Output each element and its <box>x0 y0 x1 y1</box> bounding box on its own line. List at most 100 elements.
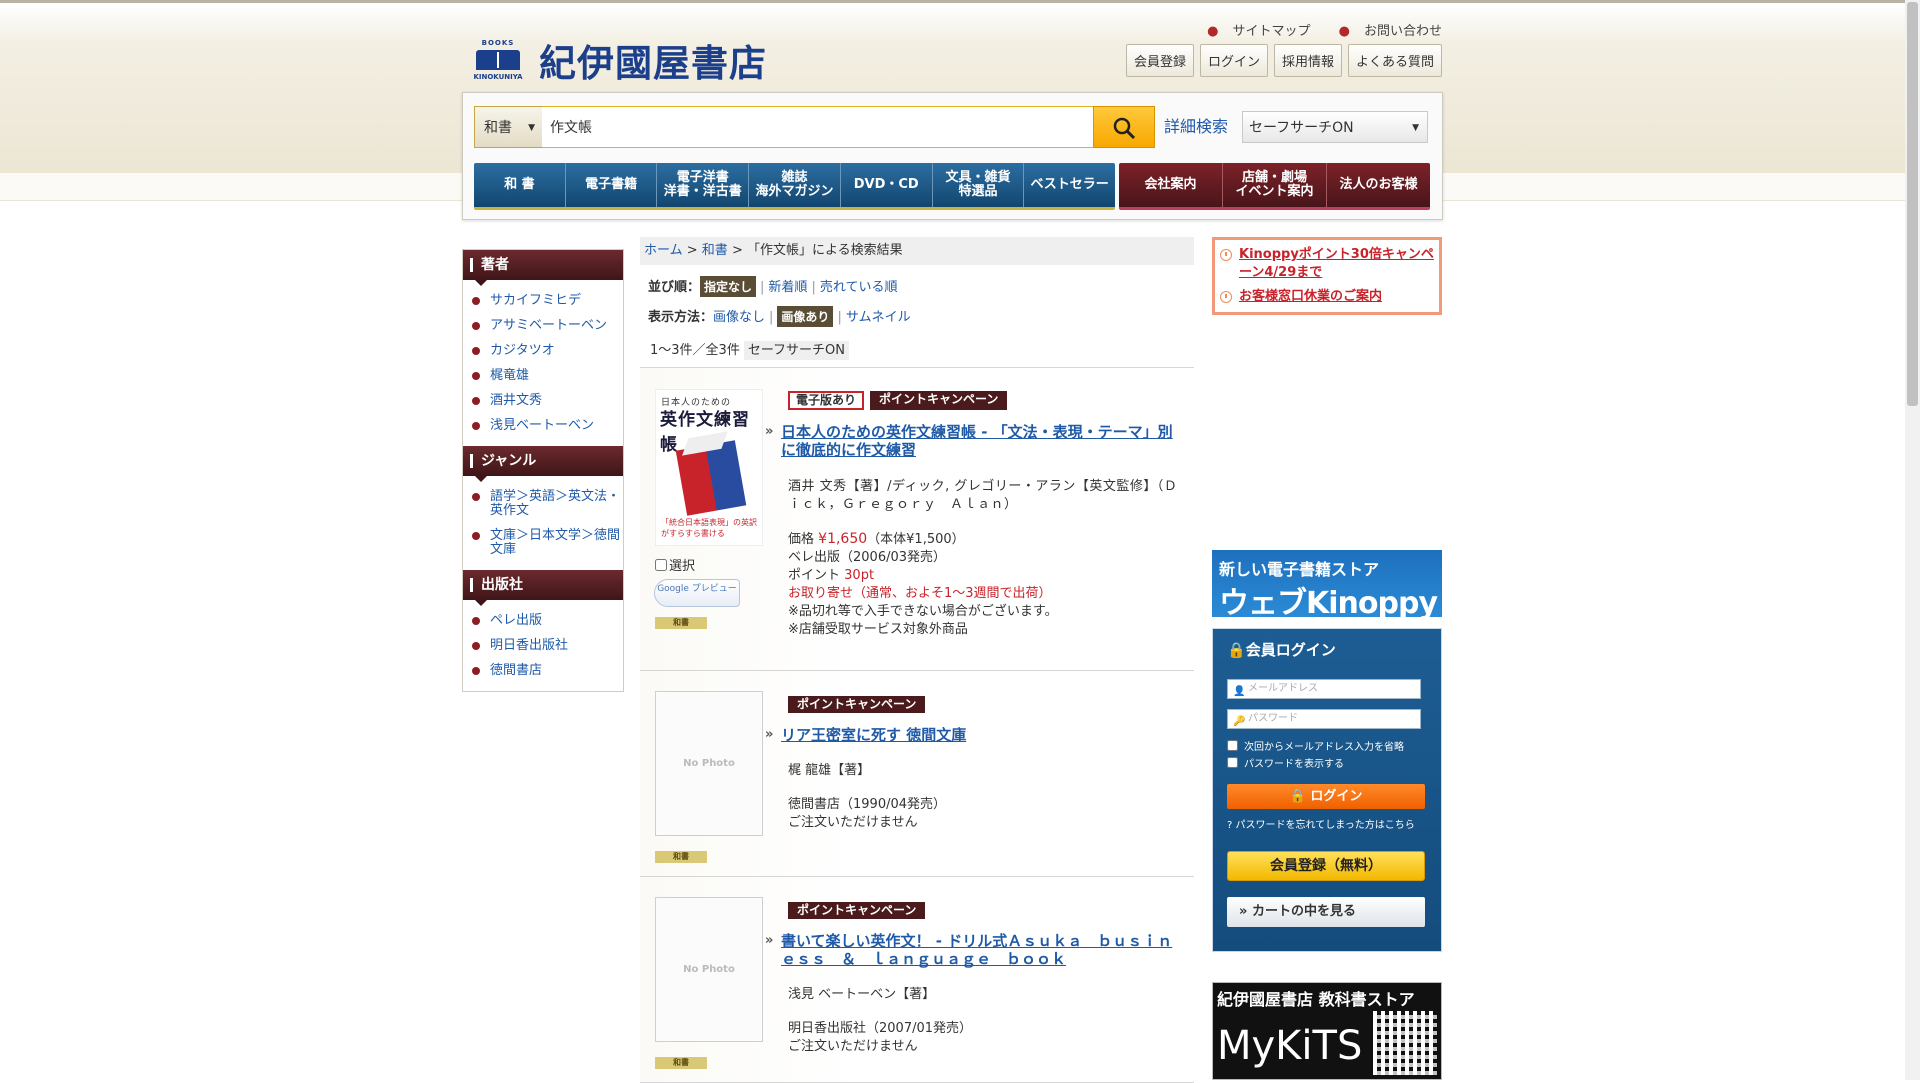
item-note: ※店舗受取サービス対象外商品 <box>788 622 968 637</box>
dropdown-arrow-icon: ▼ <box>1412 123 1419 133</box>
item-info: ポイントキャンペーン » リア王密室に死す 徳間文庫 梶 龍雄【著】 徳間書店（1… <box>765 696 1185 832</box>
nav-foreign-books[interactable]: 電子洋書 洋書・洋古書 <box>657 163 750 207</box>
scrollbar[interactable] <box>1905 0 1920 1080</box>
safe-search-select[interactable]: セーフサーチON ▼ <box>1242 111 1428 143</box>
advanced-search-link[interactable]: 詳細検索 <box>1164 113 1228 137</box>
item-label: 語学＞英語＞英文法・英作文 <box>490 489 621 518</box>
sidebar-item-publisher[interactable]: ペレ出版 <box>463 610 623 635</box>
price-note: （本体¥1,500） <box>867 532 965 547</box>
nav-ebooks[interactable]: 電子書籍 <box>566 163 658 207</box>
cover-tagline: 「統合日本語表現」の英訳がすらすら書ける <box>661 518 757 538</box>
select-checkbox-row[interactable]: 選択 <box>655 555 695 574</box>
login-submit-button[interactable]: 🔒 ログイン <box>1227 784 1425 809</box>
register-button[interactable]: 会員登録 <box>1125 44 1194 77</box>
sidebar-item-publisher[interactable]: 明日香出版社 <box>463 635 623 660</box>
sidebar-item-genre[interactable]: 文庫＞日本文学＞徳間文庫 <box>463 525 623 564</box>
register-free-button[interactable]: 会員登録（無料） <box>1227 851 1425 881</box>
kinoppy-banner[interactable]: 新しい電子書籍ストア ウェブKinoppy <box>1212 550 1442 621</box>
right-sidebar: Kinoppyポイント30倍キャンペーン4/29まで お客様窓口休業のご案内 新… <box>1212 237 1442 1080</box>
bullet-icon <box>472 617 480 625</box>
notice-item[interactable]: Kinoppyポイント30倍キャンペーン4/29まで <box>1220 246 1434 282</box>
sidebar-item-author[interactable]: サカイフミヒデ <box>463 290 623 315</box>
show-password-box[interactable] <box>1227 757 1238 768</box>
remember-email-checkbox[interactable]: 次回からメールアドレス入力を省略 <box>1227 738 1404 753</box>
breadcrumb-home[interactable]: ホーム <box>644 243 683 258</box>
item-title-link[interactable]: リア王密室に死す 徳間文庫 <box>781 726 966 744</box>
sidebar-item-genre[interactable]: 語学＞英語＞英文法・英作文 <box>463 486 623 525</box>
sidebar-item-author[interactable]: 酒井文秀 <box>463 390 623 415</box>
double-chevron-icon: » <box>765 424 774 439</box>
item-authors: 酒井 文秀【著】/ディック, グレゴリー・アラン【英文監修】（Ｄｉｃｋ，Ｇｒｅｇ… <box>788 479 1178 512</box>
sort-popular-link[interactable]: 売れている順 <box>820 280 898 295</box>
item-title-link[interactable]: 書いて楽しい英作文！ - ドリル式Ａｓｕｋａ ｂｕｓｉｎｅｓｓ ＆ ｌａｎｇｕａ… <box>781 932 1185 968</box>
site-logo[interactable]: BOOKS KINOKUNIYA 紀伊國屋書店 <box>469 33 767 87</box>
question-icon: ? <box>1227 820 1236 831</box>
item-info: 電子版あり ポイントキャンペーン » 日本人のための英作文練習帳 - 「文法・表現… <box>765 391 1185 639</box>
user-icon: 👤 <box>1233 686 1246 697</box>
remember-checkbox[interactable] <box>1227 740 1238 751</box>
nav-magazines[interactable]: 雑誌 海外マガジン <box>749 163 841 207</box>
sort-newest-link[interactable]: 新着順 <box>768 280 807 295</box>
contact-link[interactable]: ● お問い合わせ <box>1327 24 1442 39</box>
search-input[interactable]: 作文帳 <box>542 106 1094 148</box>
view-active: 画像あり <box>777 306 834 327</box>
sidebar-item-author[interactable]: カジタツオ <box>463 340 623 365</box>
view-cart-button[interactable]: » カートの中を見る <box>1227 897 1425 927</box>
points-value: 30pt <box>844 568 875 583</box>
mykits-banner[interactable]: 紀伊國屋書店 教科書ストア MyKiTS <box>1212 982 1442 1080</box>
info-circle-icon <box>1220 291 1232 303</box>
sidebar-item-author[interactable]: 浅見ベートーベン <box>463 415 623 440</box>
nav-corporate[interactable]: 法人のお客様 <box>1327 163 1430 207</box>
select-checkbox[interactable] <box>655 558 667 571</box>
view-no-image-link[interactable]: 画像なし <box>713 310 765 325</box>
search-button[interactable] <box>1093 106 1155 148</box>
sitemap-label: サイトマップ <box>1232 24 1311 39</box>
mykits-tagline: 紀伊國屋書店 教科書ストア <box>1217 990 1415 1009</box>
book-cover[interactable]: 日本人のための 英作文練習帳 「統合日本語表現」の英訳がすらすら書ける <box>655 389 763 546</box>
bullet-icon <box>472 493 480 501</box>
book-icon <box>476 50 520 70</box>
email-field[interactable]: 👤 メールアドレス <box>1227 679 1421 699</box>
category-select[interactable]: 和書 ▼ <box>474 106 542 148</box>
item-label: 浅見ベートーベン <box>490 418 595 433</box>
breadcrumb: ホーム > 和書 > 「作文帳」による検索結果 <box>640 237 1194 265</box>
email-placeholder: メールアドレス <box>1248 683 1318 694</box>
sitemap-link[interactable]: ● サイトマップ <box>1195 24 1310 39</box>
password-field[interactable]: 🔑 パスワード <box>1227 709 1421 729</box>
scrollbar-thumb[interactable] <box>1907 2 1918 406</box>
nav-dvd-cd[interactable]: DVD・CD <box>841 163 933 207</box>
filter-sidebar: 著者 サカイフミヒデ アサミベートーベン カジタツオ 梶竜雄 酒井文秀 浅見ベー… <box>462 249 624 692</box>
login-button[interactable]: ログイン <box>1199 44 1268 77</box>
nav-stationery[interactable]: 文具・雑貨 特選品 <box>933 163 1025 207</box>
notice-label: Kinoppyポイント30倍キャンペーン4/29まで <box>1239 247 1434 280</box>
double-chevron-icon: » <box>765 933 774 948</box>
book-cover[interactable]: No Photo <box>655 691 763 836</box>
bullet-icon <box>472 372 480 380</box>
item-title-link[interactable]: 日本人のための英作文練習帳 - 「文法・表現・テーマ」別に徹底的に作文練習 <box>781 423 1185 459</box>
nav-company[interactable]: 会社案内 <box>1119 163 1223 207</box>
nav-label: 電子書籍 <box>585 177 638 192</box>
sort-label: 並び順： <box>648 280 701 295</box>
safe-search-status: セーフサーチON <box>743 341 850 360</box>
nav-stores[interactable]: 店舗・劇場 イベント案内 <box>1223 163 1327 207</box>
nav-label: 文具・雑貨 特選品 <box>945 170 1011 199</box>
sidebar-item-author[interactable]: アサミベートーベン <box>463 315 623 340</box>
item-title: » リア王密室に死す 徳間文庫 <box>765 726 1185 744</box>
book-cover[interactable]: No Photo <box>655 897 763 1042</box>
faq-button[interactable]: よくある質問 <box>1347 44 1442 77</box>
sidebar-item-author[interactable]: 梶竜雄 <box>463 365 623 390</box>
forgot-password-link[interactable]: ? パスワードを忘れてしまった方はこちら <box>1227 816 1415 831</box>
list-item: 日本人のための 英作文練習帳 「統合日本語表現」の英訳がすらすら書ける 選択 G… <box>640 368 1194 671</box>
breadcrumb-category[interactable]: 和書 <box>702 243 728 258</box>
show-password-checkbox[interactable]: パスワードを表示する <box>1227 755 1344 770</box>
item-title: » 日本人のための英作文練習帳 - 「文法・表現・テーマ」別に徹底的に作文練習 <box>765 423 1185 459</box>
login-title: 🔒会員ログイン <box>1227 639 1336 660</box>
google-preview-button[interactable]: Google プレビュー <box>654 579 740 607</box>
notice-item[interactable]: お客様窓口休業のご案内 <box>1220 288 1434 306</box>
view-thumbnail-link[interactable]: サムネイル <box>846 310 911 325</box>
nav-bestseller[interactable]: ベストセラー <box>1024 163 1115 207</box>
nav-books[interactable]: 和 書 <box>474 163 566 207</box>
item-info: ポイントキャンペーン » 書いて楽しい英作文！ - ドリル式Ａｓｕｋａ ｂｕｓｉｎ… <box>765 902 1185 1056</box>
sidebar-item-publisher[interactable]: 徳間書店 <box>463 660 623 685</box>
recruit-button[interactable]: 採用情報 <box>1273 44 1342 77</box>
